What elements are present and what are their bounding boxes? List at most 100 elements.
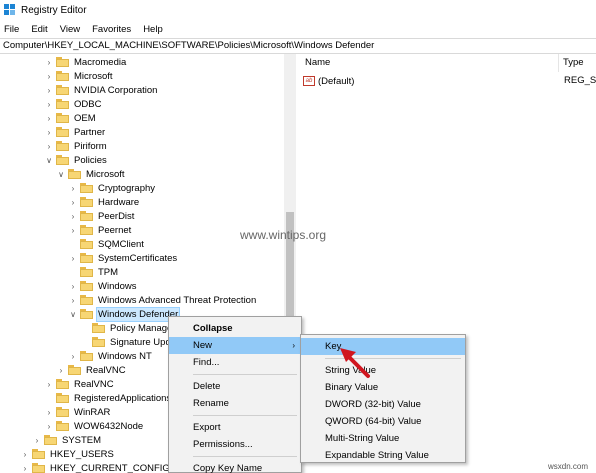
tree-item[interactable]: › Peernet	[68, 223, 132, 237]
submenu-item-key[interactable]: Key	[301, 338, 465, 355]
menu-edit[interactable]: Edit	[31, 24, 47, 35]
chevron-right-icon[interactable]: ›	[20, 461, 30, 473]
tree-item[interactable]: › RealVNC	[44, 377, 115, 391]
menu-favorites[interactable]: Favorites	[92, 24, 131, 35]
chevron-right-icon[interactable]: ›	[44, 83, 54, 97]
tree-item[interactable]: RegisteredApplications	[44, 391, 172, 405]
tree-item[interactable]: › SYSTEM	[32, 433, 102, 447]
submenu-item-string-value[interactable]: String Value	[301, 362, 465, 379]
chevron-right-icon[interactable]: ›	[68, 209, 78, 223]
chevron-right-icon[interactable]: ›	[68, 195, 78, 209]
tree-item[interactable]: ∨ Windows Defender	[68, 306, 181, 322]
tree-item-label: RealVNC	[74, 378, 114, 390]
chevron-right-icon[interactable]: ›	[44, 125, 54, 139]
chevron-down-icon[interactable]: ∨	[56, 167, 66, 181]
context_menu-item-find[interactable]: Find...	[169, 354, 301, 371]
folder-icon	[80, 281, 93, 291]
context_menu-item-export[interactable]: Export	[169, 419, 301, 436]
chevron-down-icon[interactable]: ∨	[68, 307, 78, 321]
context_menu-item-collapse[interactable]: Collapse	[169, 320, 301, 337]
chevron-right-icon[interactable]: ›	[68, 349, 78, 363]
context_menu-item-rename[interactable]: Rename	[169, 395, 301, 412]
menu-item-label: Find...	[193, 357, 220, 368]
chevron-down-icon[interactable]: ∨	[44, 153, 54, 167]
tree-item[interactable]: › Windows	[68, 279, 138, 293]
submenu-item-qword-64-bit-value[interactable]: QWORD (64-bit) Value	[301, 413, 465, 430]
tree-item[interactable]: › Macromedia	[44, 55, 127, 69]
chevron-right-icon[interactable]: ›	[44, 377, 54, 391]
value-type: REG_SZ	[564, 75, 596, 86]
tree-item[interactable]: › RealVNC	[56, 363, 127, 377]
tree-item-label: Cryptography	[98, 182, 156, 194]
tree-item[interactable]: › OEM	[44, 111, 97, 125]
menu-item-label: Expandable String Value	[325, 450, 429, 461]
tree-item[interactable]: › Partner	[44, 125, 106, 139]
column-header-type[interactable]: Type	[559, 54, 596, 72]
tree-item[interactable]: › HKEY_CURRENT_CONFIG	[20, 461, 171, 473]
tree-item[interactable]: TPM	[68, 265, 119, 279]
menu-view[interactable]: View	[60, 24, 80, 35]
chevron-right-icon[interactable]: ›	[68, 279, 78, 293]
submenu-item-expandable-string-value[interactable]: Expandable String Value	[301, 447, 465, 464]
tree-item[interactable]: › ODBC	[44, 97, 102, 111]
chevron-right-icon[interactable]: ›	[56, 363, 66, 377]
value-row[interactable]: ab (Default)	[303, 74, 354, 88]
chevron-right-icon[interactable]: ›	[68, 181, 78, 195]
chevron-right-icon[interactable]: ›	[44, 111, 54, 125]
menu-help[interactable]: Help	[143, 24, 163, 35]
tree-item[interactable]: › Hardware	[68, 195, 140, 209]
column-header-name[interactable]: Name	[301, 54, 559, 72]
chevron-right-icon[interactable]: ›	[44, 405, 54, 419]
tree-item[interactable]: › Windows NT	[68, 349, 153, 363]
menu-file[interactable]: File	[4, 24, 19, 35]
tree-item[interactable]: SQMClient	[68, 237, 145, 251]
tree-item[interactable]: › NVIDIA Corporation	[44, 83, 158, 97]
watermark: www.wintips.org	[240, 228, 327, 242]
folder-icon	[56, 57, 69, 67]
tree-item-label: SYSTEM	[62, 434, 102, 446]
context-menu: Collapse New › Find... Delete Rename Export Per…	[168, 316, 302, 473]
tree-item[interactable]: Policy Manage	[80, 321, 173, 335]
chevron-right-icon[interactable]: ›	[44, 55, 54, 69]
context_menu-item-copy-key-name[interactable]: Copy Key Name	[169, 460, 301, 473]
tree-item[interactable]: › Windows Advanced Threat Protection	[68, 293, 257, 307]
tree-item[interactable]: › Microsoft	[44, 69, 114, 83]
context_menu-item-permissions[interactable]: Permissions...	[169, 436, 301, 453]
tree-item-label: WOW6432Node	[74, 420, 144, 432]
chevron-right-icon[interactable]: ›	[44, 69, 54, 83]
context_menu-item-delete[interactable]: Delete	[169, 378, 301, 395]
new-submenu: Key String Value Binary Value DWORD (32-bit…	[300, 334, 466, 463]
submenu-item-multi-string-value[interactable]: Multi-String Value	[301, 430, 465, 447]
chevron-right-icon[interactable]: ›	[68, 223, 78, 237]
context_menu-item-new[interactable]: New ›	[169, 337, 301, 354]
address-bar[interactable]: Computer\HKEY_LOCAL_MACHINE\SOFTWARE\Pol…	[0, 38, 596, 54]
chevron-right-icon[interactable]: ›	[44, 97, 54, 111]
tree-item-label: ODBC	[74, 98, 102, 110]
chevron-right-icon[interactable]: ›	[68, 293, 78, 307]
chevron-right-icon[interactable]: ›	[20, 447, 30, 461]
chevron-right-icon[interactable]: ›	[32, 433, 42, 447]
tree-item[interactable]: › Piriform	[44, 139, 108, 153]
tree-item[interactable]: › WOW6432Node	[44, 419, 144, 433]
folder-icon	[56, 113, 69, 123]
submenu-item-dword-32-bit-value[interactable]: DWORD (32-bit) Value	[301, 396, 465, 413]
submenu-item-binary-value[interactable]: Binary Value	[301, 379, 465, 396]
folder-icon	[56, 155, 69, 165]
tree-item-label: Signature Upda	[110, 336, 177, 348]
tree-item[interactable]: › HKEY_USERS	[20, 447, 115, 461]
folder-icon	[56, 85, 69, 95]
chevron-right-icon[interactable]: ›	[68, 251, 78, 265]
chevron-right-icon[interactable]: ›	[44, 139, 54, 153]
tree-item-label: Microsoft	[74, 70, 113, 82]
tree-item[interactable]: › Cryptography	[68, 181, 156, 195]
tree-item[interactable]: ∨ Policies	[44, 153, 108, 167]
chevron-right-icon[interactable]: ›	[44, 419, 54, 433]
tree-item[interactable]: › PeerDist	[68, 209, 135, 223]
tree-item[interactable]: Signature Upda	[80, 335, 177, 349]
tree-item[interactable]: ∨ Microsoft	[56, 167, 126, 181]
tree-item[interactable]: › WinRAR	[44, 405, 111, 419]
tree-item[interactable]: › SystemCertificates	[68, 251, 178, 265]
folder-icon	[68, 365, 81, 375]
